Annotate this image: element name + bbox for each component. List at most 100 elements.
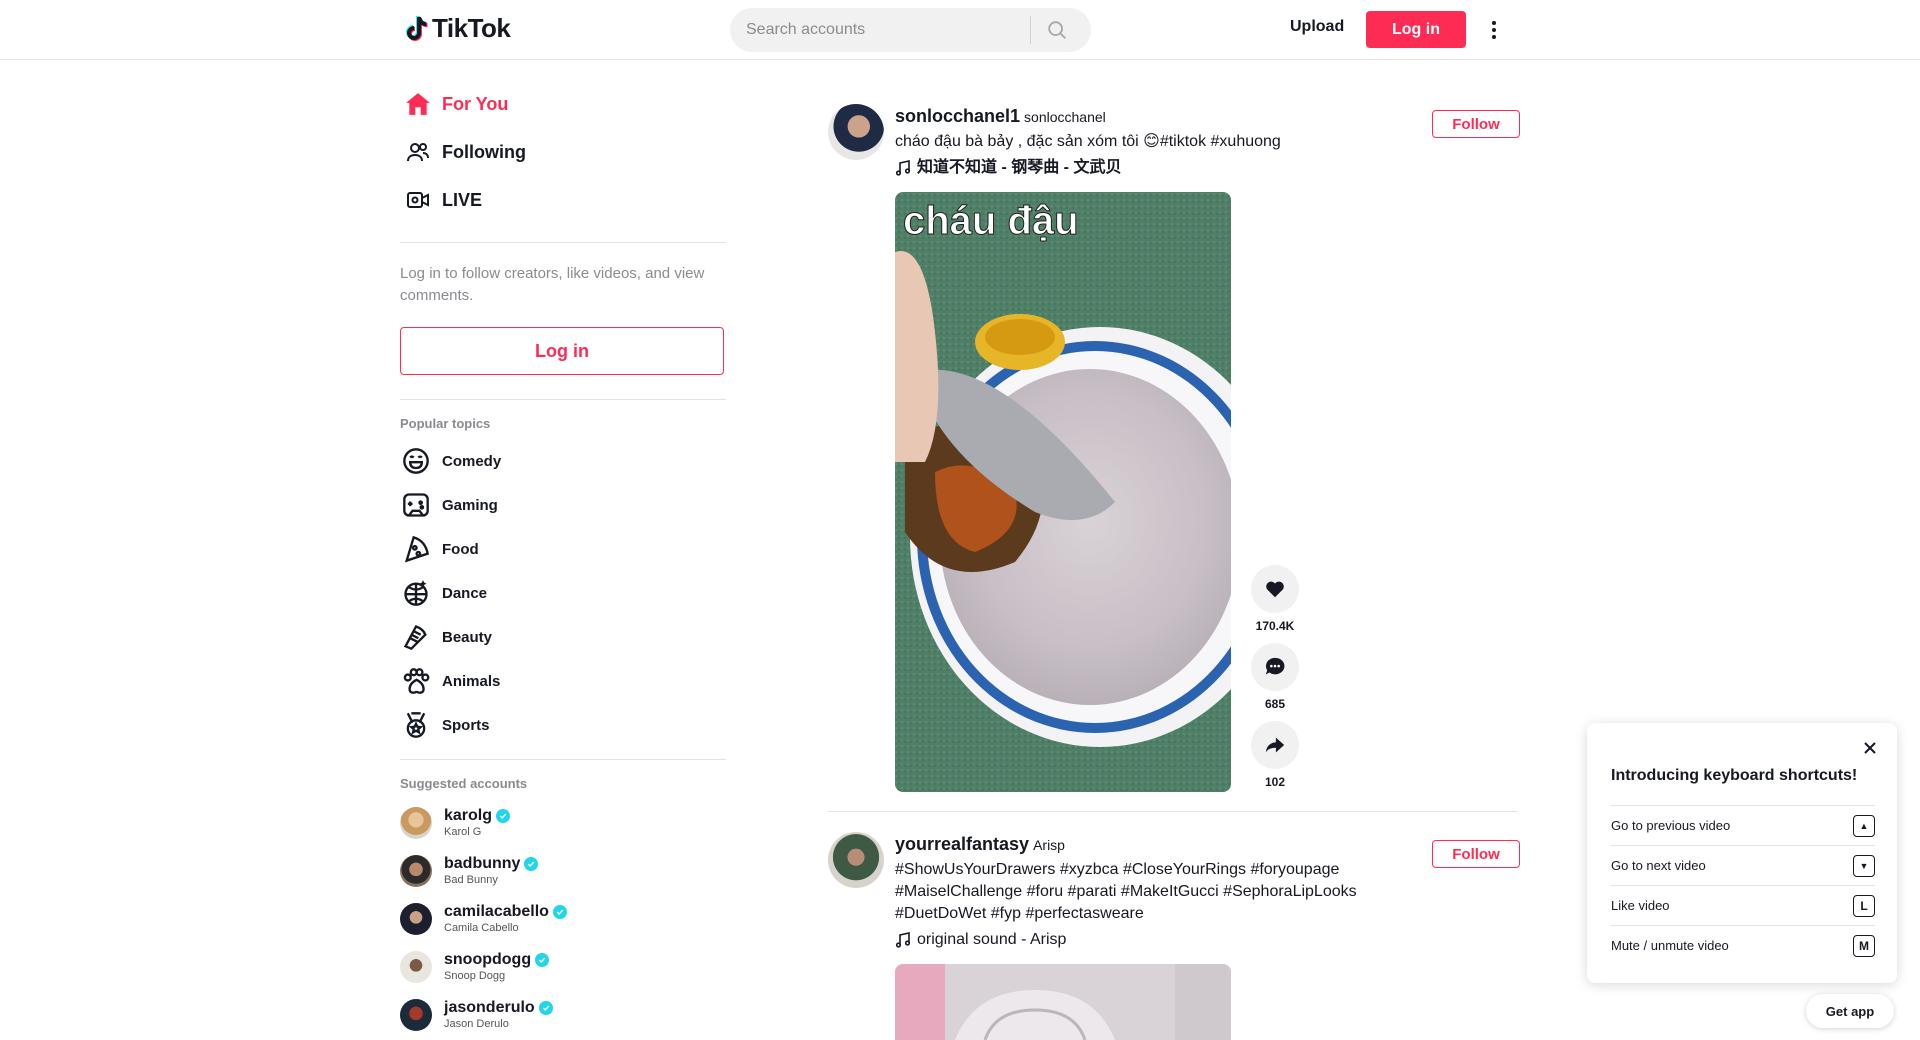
post-info: yourrealfantasy Arisp #ShowUsYourDrawers … [895, 832, 1515, 951]
top-bar: TikTok Upload Log in [0, 0, 1920, 60]
tiktok-logo[interactable]: TikTok [404, 13, 511, 44]
nav-for-you[interactable]: For You [400, 80, 726, 128]
video-player[interactable] [895, 964, 1231, 1040]
comment-icon [1265, 657, 1285, 675]
post-author-avatar[interactable] [828, 104, 884, 160]
avatar [400, 855, 432, 887]
suggested-account-snoopdogg[interactable]: snoopdogg Snoop Dogg [400, 943, 726, 991]
post-music[interactable]: original sound - Arisp [895, 929, 1515, 951]
account-username: karolg [444, 807, 493, 824]
shortcut-row: Like video L [1611, 885, 1875, 925]
topic-food[interactable]: Food [400, 527, 726, 571]
topic-label: Dance [442, 584, 488, 602]
account-username: badbunny [444, 855, 521, 872]
keyboard-shortcuts-panel: Introducing keyboard shortcuts! Go to pr… [1587, 723, 1897, 983]
topic-gaming[interactable]: Gaming [400, 483, 726, 527]
popular-topics-title: Popular topics [400, 416, 491, 431]
topic-animals[interactable]: Animals [400, 659, 726, 703]
beauty-icon [400, 621, 432, 653]
topic-comedy[interactable]: Comedy [400, 439, 726, 483]
share-button[interactable] [1251, 721, 1299, 769]
sidebar-login-button[interactable]: Log in [400, 327, 724, 375]
shortcut-label: Go to previous video [1611, 818, 1731, 833]
topic-label: Beauty [442, 628, 493, 646]
suggested-account-jasonderulo[interactable]: jasonderulo Jason Derulo [400, 991, 726, 1039]
author-username: sonlocchanel1 [895, 106, 1021, 126]
key-l: L [1853, 894, 1875, 917]
animals-icon [400, 665, 432, 697]
follow-button[interactable]: Follow [1432, 110, 1520, 138]
search-button[interactable] [1031, 8, 1083, 52]
feed-divider [828, 811, 1518, 812]
like-count: 170.4K [1255, 619, 1295, 633]
more-menu-icon[interactable] [1488, 18, 1500, 42]
heart-icon [1266, 581, 1284, 598]
post-author[interactable]: yourrealfantasy Arisp [895, 832, 1515, 857]
nav-live[interactable]: LIVE [400, 176, 726, 224]
post-caption: cháo đậu bà bảy , đặc sản xóm tôi 😊#tikt… [895, 133, 1281, 150]
caption-line: #MaiselChallenge #foru #parati #MakeItGu… [895, 883, 1357, 900]
topic-dance[interactable]: Dance [400, 571, 726, 615]
post-author[interactable]: sonlocchanel1 sonlocchanel [895, 104, 1515, 129]
sidebar: For You Following LIVE Log in to follow … [400, 60, 726, 1039]
video-thumbnail [895, 964, 1231, 1040]
author-nickname: Arisp [1033, 837, 1065, 853]
feed-post: yourrealfantasy Arisp #ShowUsYourDrawers … [828, 832, 1520, 1040]
shortcut-label: Mute / unmute video [1611, 938, 1729, 953]
topic-label: Animals [442, 672, 501, 690]
like-button[interactable] [1251, 565, 1299, 613]
post-caption: #ShowUsYourDrawers #xyzbca #CloseYourRin… [895, 859, 1515, 925]
account-username: camilacabello [444, 903, 549, 920]
account-display-name: Jason Derulo [444, 1018, 509, 1030]
verified-icon [496, 809, 511, 823]
key-m: M [1853, 934, 1875, 957]
account-display-name: Camila Cabello [444, 922, 519, 934]
live-icon [404, 186, 432, 214]
account-display-name: Bad Bunny [444, 874, 498, 886]
upload-button[interactable]: Upload [1290, 18, 1344, 36]
author-username: yourrealfantasy [895, 834, 1030, 854]
post-music[interactable]: 知道不知道 - 钢琴曲 - 文武贝 [895, 157, 1515, 179]
home-icon [404, 90, 432, 118]
nav-label: Following [442, 141, 526, 162]
nav-label: LIVE [442, 189, 483, 210]
sidebar-divider [400, 759, 726, 760]
account-username: jasonderulo [444, 999, 535, 1016]
nav-following[interactable]: Following [400, 128, 726, 176]
shortcut-list: Go to previous video ▲ Go to next video … [1611, 805, 1875, 965]
search-bar [730, 8, 1091, 52]
comedy-icon [400, 445, 432, 477]
avatar [400, 903, 432, 935]
topic-sports[interactable]: Sports [400, 703, 726, 747]
verified-icon [552, 905, 567, 919]
music-note-icon [895, 160, 911, 176]
follow-button[interactable]: Follow [1432, 840, 1520, 868]
caption-line: #ShowUsYourDrawers #xyzbca #CloseYourRin… [895, 861, 1340, 878]
post-info: sonlocchanel1 sonlocchanel cháo đậu bà bả… [895, 104, 1515, 179]
login-button[interactable]: Log in [1366, 11, 1466, 48]
post-author-avatar[interactable] [828, 832, 884, 888]
topic-beauty[interactable]: Beauty [400, 615, 726, 659]
login-hint: Log in to follow creators, like videos, … [400, 265, 705, 304]
search-input[interactable] [730, 21, 1030, 39]
key-up-icon: ▲ [1853, 814, 1875, 837]
post-actions: 170.4K 685 102 [1251, 565, 1299, 799]
comment-button[interactable] [1251, 643, 1299, 691]
share-count: 102 [1264, 775, 1286, 789]
sidebar-divider [400, 399, 726, 400]
video-overlay-text: cháu đậu [903, 199, 1079, 243]
shortcut-row: Go to next video ▼ [1611, 845, 1875, 885]
topic-label: Sports [442, 716, 490, 734]
verified-icon [535, 953, 550, 967]
topic-label: Comedy [442, 452, 502, 470]
close-icon[interactable] [1861, 739, 1879, 757]
gaming-icon [400, 489, 432, 521]
suggested-account-karolg[interactable]: karolg Karol G [400, 799, 726, 847]
shortcut-row: Go to previous video ▲ [1611, 805, 1875, 845]
video-player[interactable]: cháu đậu [895, 192, 1231, 792]
get-app-button[interactable]: Get app [1806, 994, 1894, 1028]
suggested-account-camilacabello[interactable]: camilacabello Camila Cabello [400, 895, 726, 943]
music-title: original sound - Arisp [917, 931, 1067, 948]
suggested-account-badbunny[interactable]: badbunny Bad Bunny [400, 847, 726, 895]
music-title: 知道不知道 - 钢琴曲 - 文武贝 [917, 159, 1122, 176]
